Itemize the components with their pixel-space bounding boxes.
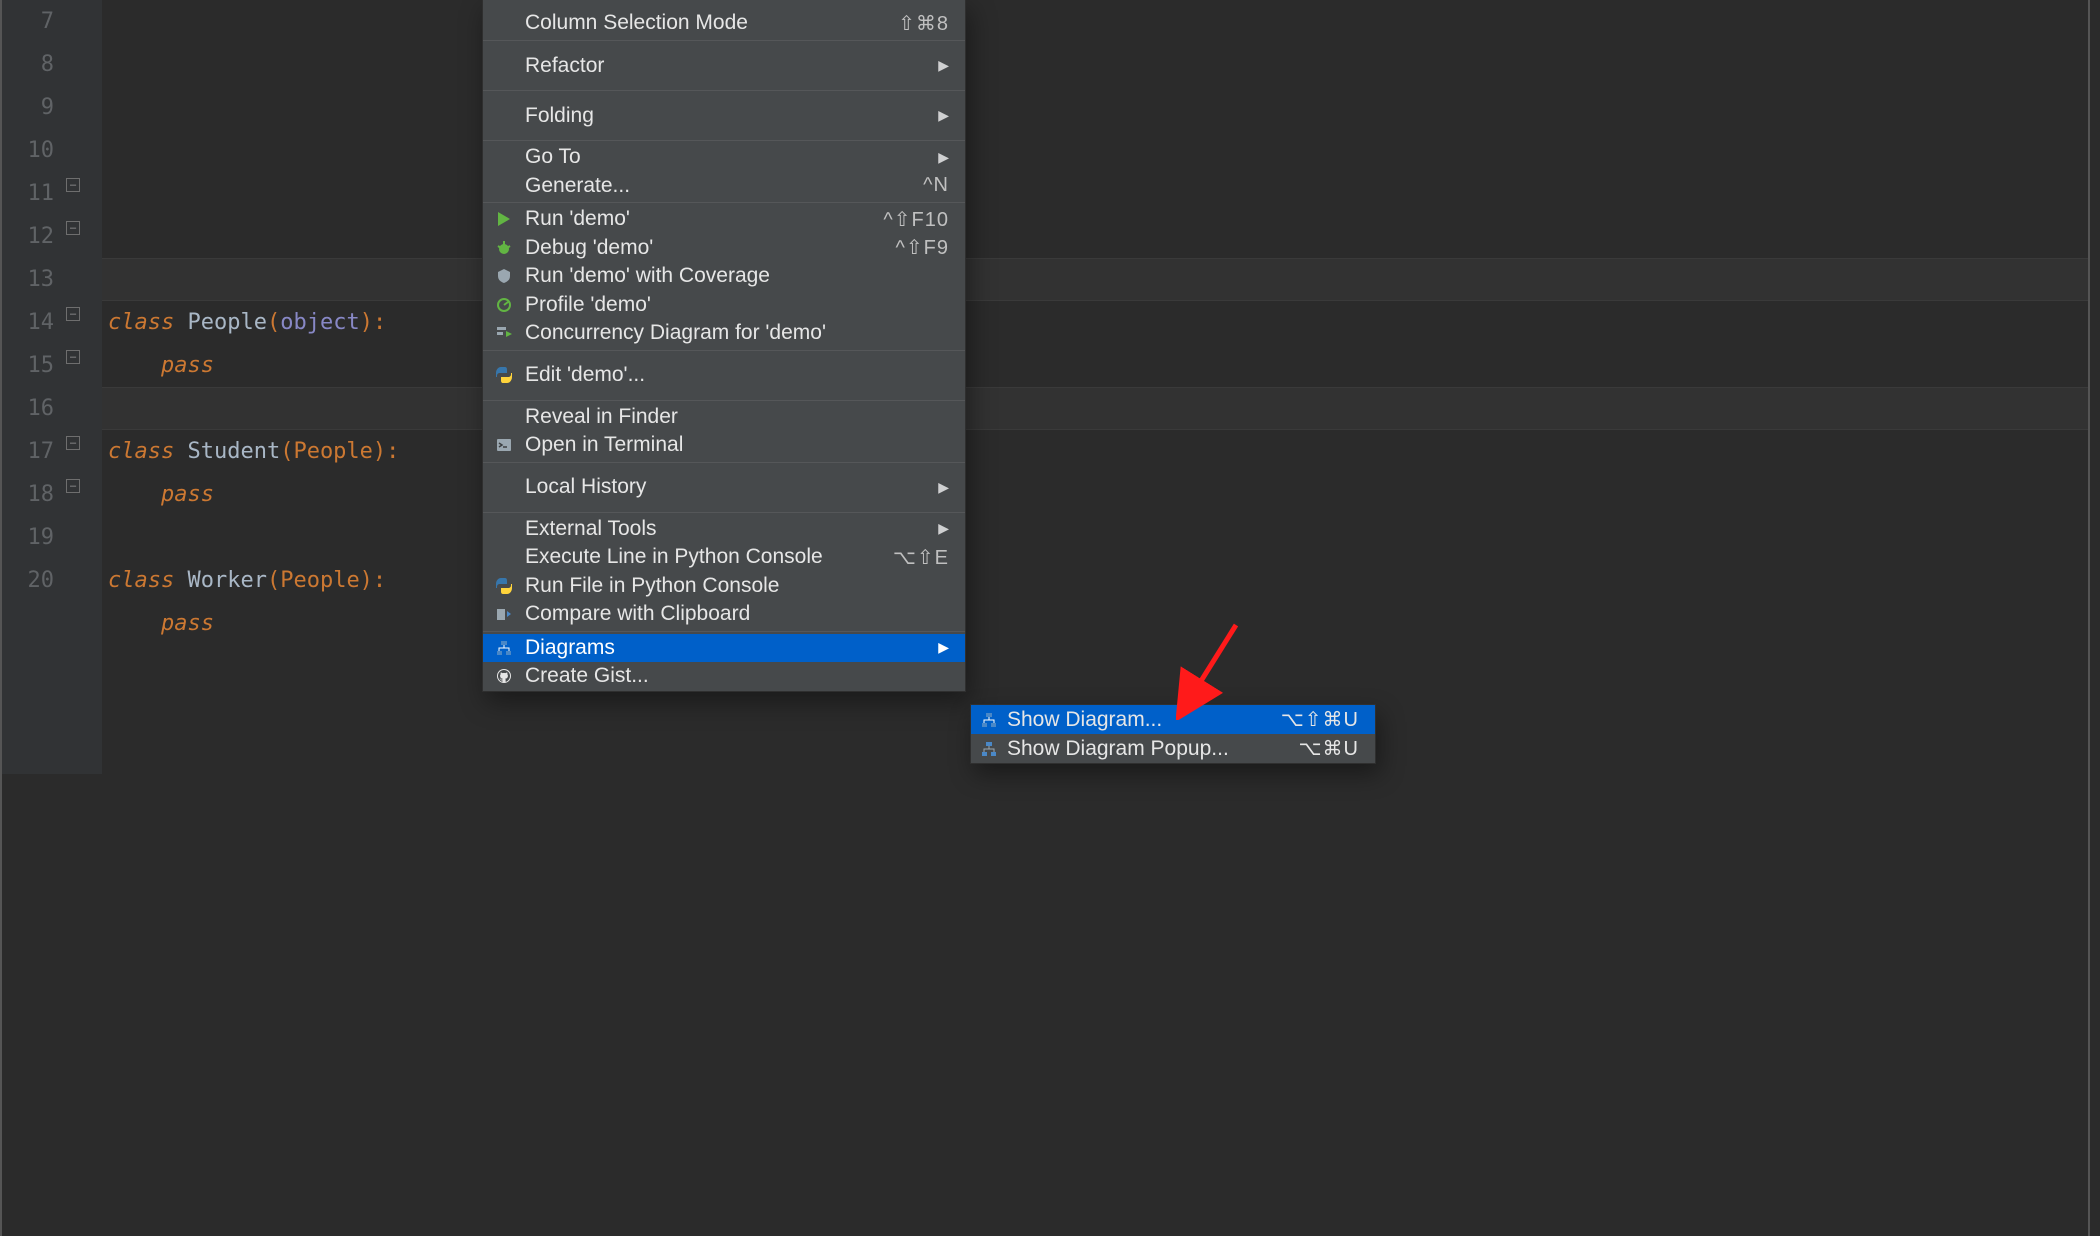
menu-item-debug[interactable]: Debug 'demo' ^⇧F9 — [483, 234, 965, 263]
fold-toggle-icon[interactable]: – — [66, 221, 80, 235]
menu-item-profile[interactable]: Profile 'demo' — [483, 291, 965, 320]
fold-toggle-icon[interactable]: – — [66, 307, 80, 321]
python-icon — [493, 366, 515, 384]
code-editor[interactable]: 7 8 9 10 11 12 13 14 15 16 17 18 19 20 –… — [0, 0, 2100, 1236]
menu-item-local-history[interactable]: Local History ▶ — [483, 465, 965, 510]
menu-item-generate[interactable]: Generate... ^N — [483, 172, 965, 201]
diagram-icon — [981, 712, 997, 728]
menu-item-execute-line[interactable]: Execute Line in Python Console ⌥⇧E — [483, 543, 965, 572]
run-icon — [493, 211, 515, 227]
menu-item-reveal-finder[interactable]: Reveal in Finder — [483, 403, 965, 432]
submenu-arrow-icon: ▶ — [938, 639, 949, 656]
menu-item-run[interactable]: Run 'demo' ^⇧F10 — [483, 205, 965, 234]
menu-item-compare-clipboard[interactable]: Compare with Clipboard — [483, 600, 965, 629]
menu-item-refactor[interactable]: Refactor ▶ — [483, 43, 965, 88]
shortcut-label: ⇧⌘8 — [898, 11, 949, 36]
diagram-icon — [493, 640, 515, 656]
code-area[interactable]: class People(object): pass class Student… — [102, 0, 2100, 774]
line-gutter: 7 8 9 10 11 12 13 14 15 16 17 18 19 20 — [2, 0, 62, 774]
bug-icon — [493, 240, 515, 256]
python-icon — [493, 577, 515, 595]
shield-icon — [493, 268, 515, 284]
submenu-item-show-diagram-popup[interactable]: Show Diagram Popup... ⌥⌘U — [971, 734, 1375, 763]
submenu-item-show-diagram[interactable]: Show Diagram... ⌥⇧⌘U — [971, 705, 1375, 734]
editor-context-menu[interactable]: Column Selection Mode ⇧⌘8 Refactor ▶ Fol… — [482, 0, 966, 692]
fold-toggle-icon[interactable]: – — [66, 436, 80, 450]
editor-scrollbar[interactable] — [2088, 0, 2100, 1236]
fold-toggle-icon[interactable]: – — [66, 350, 80, 364]
diff-icon — [493, 606, 515, 622]
profile-icon — [493, 297, 515, 313]
menu-item-run-file-console[interactable]: Run File in Python Console — [483, 572, 965, 601]
menu-item-concurrency[interactable]: Concurrency Diagram for 'demo' — [483, 319, 965, 348]
menu-item-column-selection[interactable]: Column Selection Mode ⇧⌘8 — [483, 8, 965, 38]
submenu-arrow-icon: ▶ — [938, 520, 949, 537]
fold-toggle-icon[interactable]: – — [66, 178, 80, 192]
menu-item-goto[interactable]: Go To ▶ — [483, 143, 965, 172]
fold-toggle-icon[interactable]: – — [66, 479, 80, 493]
menu-item-diagrams[interactable]: Diagrams ▶ — [483, 634, 965, 663]
menu-item-coverage[interactable]: Run 'demo' with Coverage — [483, 262, 965, 291]
menu-separator — [483, 40, 965, 41]
terminal-icon — [493, 437, 515, 453]
github-icon — [493, 668, 515, 684]
submenu-arrow-icon: ▶ — [938, 57, 949, 74]
menu-item-folding[interactable]: Folding ▶ — [483, 93, 965, 138]
submenu-arrow-icon: ▶ — [938, 107, 949, 124]
menu-item-edit-run-config[interactable]: Edit 'demo'... — [483, 353, 965, 398]
diagrams-submenu[interactable]: Show Diagram... ⌥⇧⌘U Show Diagram Popup.… — [970, 704, 1376, 764]
submenu-arrow-icon: ▶ — [938, 479, 949, 496]
diagram-icon — [981, 741, 997, 757]
submenu-arrow-icon: ▶ — [938, 149, 949, 166]
menu-label: Column Selection Mode — [525, 11, 888, 35]
fold-column: – – – – – – — [62, 0, 102, 774]
menu-item-external-tools[interactable]: External Tools ▶ — [483, 515, 965, 544]
menu-item-create-gist[interactable]: Create Gist... — [483, 662, 965, 691]
menu-item-open-terminal[interactable]: Open in Terminal — [483, 431, 965, 460]
concurrency-icon — [493, 325, 515, 341]
menu-item-cut-placeholder[interactable] — [483, 0, 965, 8]
